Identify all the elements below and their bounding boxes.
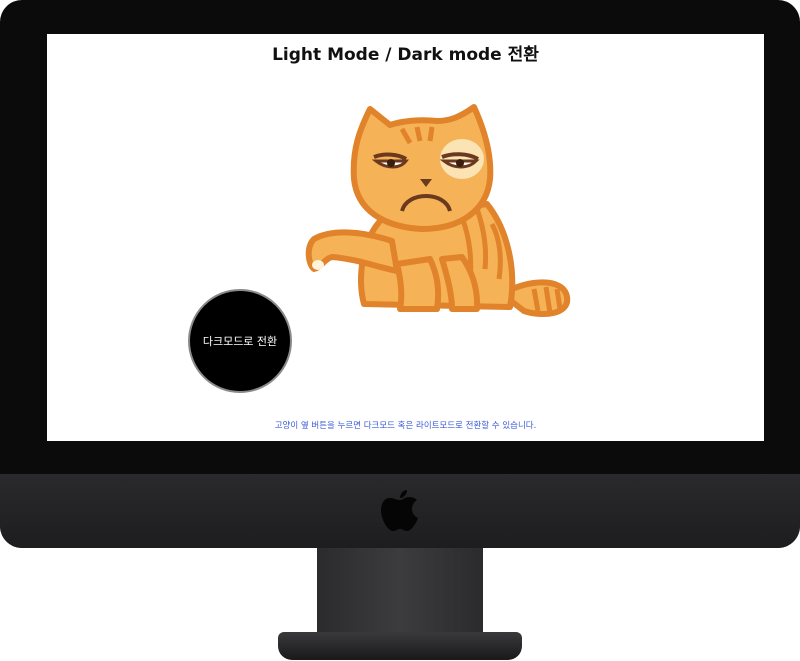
page-title: Light Mode / Dark mode 전환 [272, 45, 539, 65]
grumpy-cat-illustration [305, 104, 571, 318]
monitor-screen: Light Mode / Dark mode 전환 다크모드로 전환 고양이 옆… [47, 34, 764, 441]
monitor-stand-base [278, 632, 522, 660]
monitor-stand-neck [317, 548, 483, 640]
apple-logo-icon [381, 490, 418, 531]
dark-mode-toggle-button[interactable]: 다크모드로 전환 [188, 289, 292, 393]
instruction-caption: 고양이 옆 버튼을 누르면 다크모드 혹은 라이트모드로 전환할 수 있습니다. [274, 421, 537, 431]
desktop-stage: Light Mode / Dark mode 전환 다크모드로 전환 고양이 옆… [0, 0, 800, 661]
